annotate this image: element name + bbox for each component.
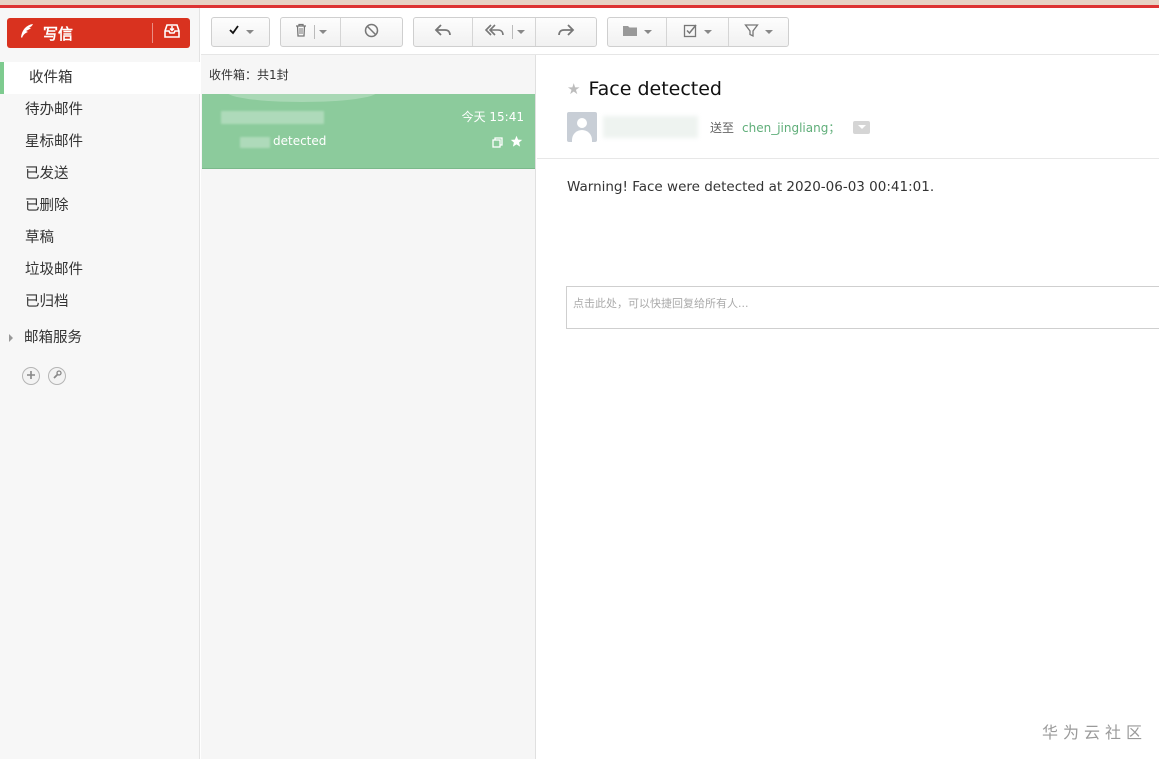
chevron-down-icon: [644, 30, 652, 34]
decoration: [227, 94, 377, 102]
chevron-down-icon: [765, 30, 773, 34]
message-title: Face detected: [588, 78, 722, 100]
message-subject: detected: [273, 134, 327, 148]
reading-pane: ★ Face detected 送至 chen_jingliang； Warni…: [537, 55, 1159, 759]
select-dropdown-button[interactable]: [212, 18, 269, 46]
sidebar-item-todo[interactable]: 待办邮件: [0, 94, 200, 126]
reply-all-button[interactable]: [473, 18, 536, 46]
details-toggle-button[interactable]: [853, 120, 871, 134]
list-header: 收件箱：共1封: [209, 68, 289, 82]
reply-icon: [433, 23, 453, 41]
sender-name-redacted: [603, 116, 698, 138]
block-button[interactable]: [341, 18, 402, 46]
move-to-folder-button[interactable]: [608, 18, 667, 46]
chevron-down-icon: [516, 30, 525, 34]
receive-mail-button[interactable]: [153, 18, 190, 48]
chevron-down-icon: [704, 30, 712, 34]
sidebar-item-archived[interactable]: 已归档: [0, 286, 200, 318]
sidebar-item-inbox[interactable]: 收件箱: [0, 62, 200, 94]
copy-window-icon[interactable]: [492, 136, 503, 152]
organize-group: [607, 17, 789, 47]
trash-icon: [294, 23, 308, 41]
filter-icon: [744, 23, 759, 42]
divider: [537, 158, 1159, 159]
compose-label: 写信: [43, 24, 74, 43]
sidebar-item-drafts[interactable]: 草稿: [0, 222, 200, 254]
watermark: 华为云社区: [1041, 723, 1147, 742]
block-icon: [364, 23, 379, 42]
reply-all-icon: [484, 23, 506, 41]
sender-row: 送至 chen_jingliang；: [567, 112, 871, 142]
sidebar-item-mail-services[interactable]: 邮箱服务: [0, 322, 82, 354]
sidebar-item-spam[interactable]: 垃圾邮件: [0, 254, 200, 286]
folder-nav: 收件箱 待办邮件 星标邮件 已发送 已删除 草稿 垃圾邮件 已归档: [0, 62, 200, 318]
star-icon[interactable]: ★: [567, 80, 580, 98]
sidebar-tools: [22, 367, 66, 385]
add-folder-button[interactable]: [22, 367, 40, 385]
compose-button[interactable]: 写信: [7, 18, 152, 48]
mark-as-button[interactable]: [667, 18, 729, 46]
message-item[interactable]: 今天 15:41 detected: [202, 94, 535, 169]
sidebar-item-starred[interactable]: 星标邮件: [0, 126, 200, 158]
feather-icon: [19, 23, 43, 43]
toolbar: [201, 8, 1159, 55]
chevron-down-icon: [245, 30, 254, 34]
divider: [314, 25, 315, 39]
forward-icon: [556, 23, 576, 41]
star-icon[interactable]: [510, 135, 523, 152]
sender-name-redacted: [221, 111, 324, 124]
folder-settings-button[interactable]: [48, 367, 66, 385]
expand-triangle-icon: [9, 334, 13, 342]
forward-button[interactable]: [536, 18, 596, 46]
select-check-icon: [228, 24, 240, 40]
chevron-down-icon: [319, 30, 327, 34]
sidebar-item-deleted[interactable]: 已删除: [0, 190, 200, 222]
sidebar: 写信 收件箱 待办邮件 星标邮件 已发送 已删除 草稿 垃圾邮件 已归档 邮箱服…: [0, 8, 200, 759]
message-list-pane: 收件箱：共1封 今天 15:41 detected: [201, 55, 536, 759]
chevron-down-icon: [857, 125, 866, 129]
reply-button[interactable]: [414, 18, 473, 46]
reply-group: [413, 17, 597, 47]
mark-icon: [683, 23, 698, 42]
subject-redacted: [240, 137, 270, 148]
sidebar-item-sent[interactable]: 已发送: [0, 158, 200, 190]
sent-to-label: 送至: [710, 120, 735, 135]
delete-group: [280, 17, 403, 47]
top-accent-bar: [0, 0, 1159, 8]
add-icon: [26, 368, 36, 384]
delete-button[interactable]: [281, 18, 341, 46]
message-actions: [492, 135, 523, 152]
filter-button[interactable]: [729, 18, 788, 46]
recipient-link[interactable]: chen_jingliang；: [742, 119, 840, 136]
avatar: [567, 112, 597, 142]
message-body: Warning! Face were detected at 2020-06-0…: [567, 179, 935, 195]
wrench-icon: [52, 368, 62, 384]
inbox-tray-icon: [163, 23, 181, 43]
message-date: 今天 15:41: [461, 110, 524, 124]
select-group: [211, 17, 270, 47]
divider: [511, 25, 513, 39]
mail-services-label: 邮箱服务: [24, 330, 82, 346]
compose-button-group: 写信: [7, 18, 190, 48]
quick-reply-box[interactable]: 点击此处，可以快捷回复给所有人...: [566, 286, 1159, 329]
message-header: ★ Face detected: [567, 78, 722, 100]
folder-icon: [622, 24, 638, 41]
